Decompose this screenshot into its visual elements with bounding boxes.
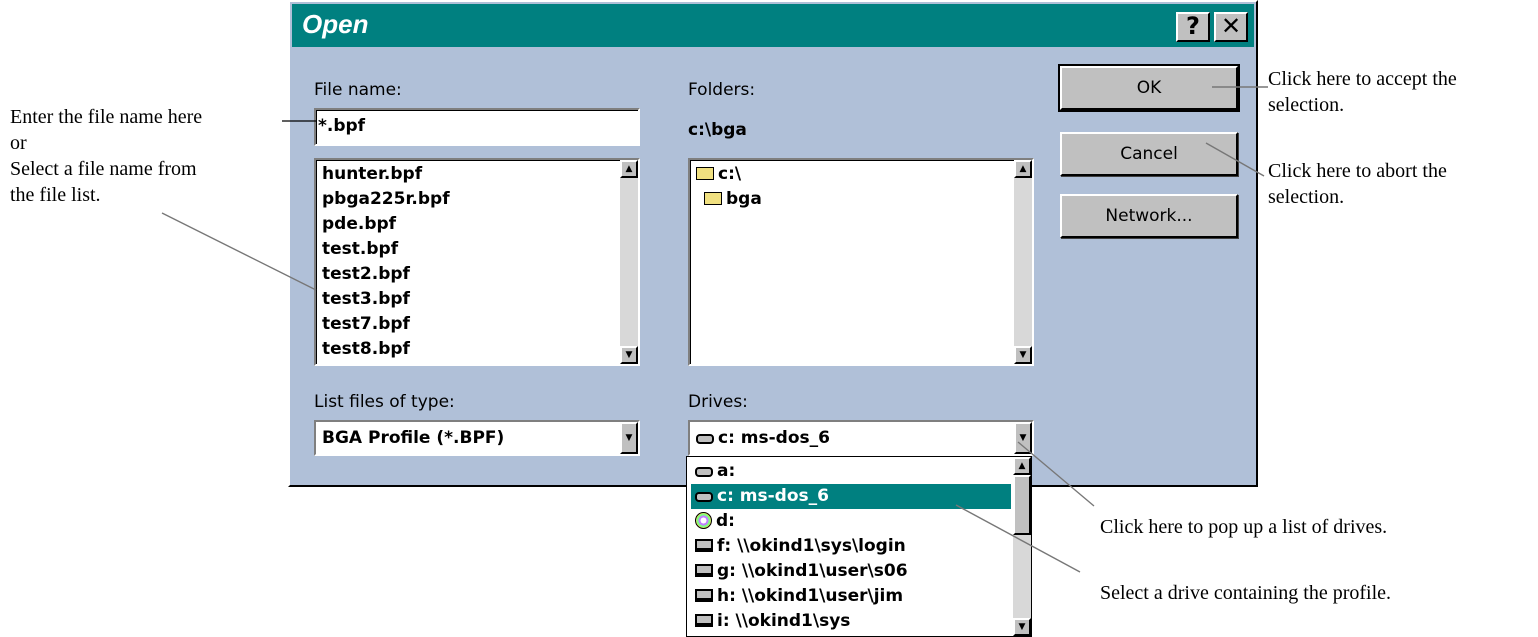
list-item[interactable]: pbga225r.bpf [322,189,450,209]
drive-option-g[interactable]: g: \\okind1\user\s06 [691,559,1011,584]
scroll-down-icon[interactable]: ▼ [1014,346,1032,364]
drive-option-label: h: \\okind1\user\jim [717,586,904,606]
drive-option-d[interactable]: d: [691,509,1011,534]
drive-option-label: c: ms-dos_6 [717,486,829,506]
drive-option-label: a: [717,461,736,481]
drive-option-c[interactable]: c: ms-dos_6 [691,484,1011,509]
drive-option-h[interactable]: h: \\okind1\user\jim [691,584,1011,609]
annotation-line: Click here to pop up a list of drives. [1100,516,1388,538]
open-dialog: Open ? ✕ File name: *.bpf hunter.bpf pbg… [288,0,1258,487]
annotation-line: Click here to abort the [1268,160,1447,182]
list-item[interactable]: test7.bpf [322,314,410,334]
drive-option-label: i: \\okind1\sys [717,611,851,631]
scroll-down-icon[interactable]: ▼ [620,346,638,364]
annotation-file-name: Enter the file name here or Select a fil… [10,104,202,208]
drives-dropdown-scrollbar[interactable]: ▲ ▼ [1013,457,1031,636]
folder-label: bga [726,189,762,209]
drive-option-i[interactable]: i: \\okind1\sys [691,609,1011,634]
annotation-line: Enter the file name here [10,106,203,128]
ok-button[interactable]: OK [1058,64,1240,112]
annotation-drives-button: Click here to pop up a list of drives. [1100,514,1387,540]
cancel-button[interactable]: Cancel [1060,132,1238,176]
file-type-value: BGA Profile (*.BPF) [322,428,505,448]
chevron-down-icon[interactable]: ▼ [620,422,638,454]
network-drive-icon [695,539,713,552]
file-name-input[interactable]: *.bpf [314,108,640,146]
file-type-label: List files of type: [314,392,455,412]
drives-value: c: ms-dos_6 [696,428,830,448]
list-item[interactable]: test.bpf [322,239,398,259]
drives-label: Drives: [688,392,748,412]
floppy-drive-icon [695,467,713,477]
annotation-line: Select a drive containing the profile. [1100,582,1392,604]
scroll-up-icon[interactable]: ▲ [1014,160,1032,178]
list-item[interactable]: hunter.bpf [322,164,422,184]
annotation-line: Click here to accept the [1268,68,1457,90]
file-type-select[interactable]: BGA Profile (*.BPF) ▼ [314,420,640,456]
chevron-down-icon[interactable]: ▼ [1014,422,1032,454]
file-name-label: File name: [314,80,402,100]
network-drive-icon [695,614,713,627]
annotation-line: or [10,132,27,154]
folders-label: Folders: [688,80,756,100]
folder-item[interactable]: c:\ [696,164,741,184]
list-item[interactable]: test2.bpf [322,264,410,284]
network-button[interactable]: Network... [1060,194,1238,238]
annotation-line: selection. [1268,186,1345,208]
folder-list-scrollbar[interactable]: ▲ ▼ [1014,160,1032,364]
annotation-line: the file list. [10,184,101,206]
drive-option-label: f: \\okind1\sys\login [717,536,906,556]
annotation-drive-select: Select a drive containing the profile. [1100,580,1391,606]
drive-value-text: c: ms-dos_6 [718,428,830,448]
drive-option-label: g: \\okind1\user\s06 [717,561,908,581]
folder-item[interactable]: bga [704,189,762,209]
annotation-cancel: Click here to abort the selection. [1268,158,1447,210]
drive-option-label: d: [716,511,735,531]
file-list-scrollbar[interactable]: ▲ ▼ [620,160,638,364]
hard-drive-icon [696,434,714,444]
current-path: c:\bga [688,120,747,140]
file-name-value: *.bpf [318,116,366,136]
open-folder-icon [696,167,714,180]
scroll-up-icon[interactable]: ▲ [1013,457,1031,475]
folder-label: c:\ [718,164,742,184]
drives-select[interactable]: c: ms-dos_6 ▼ [688,420,1034,456]
annotation-line: selection. [1268,94,1345,116]
help-button[interactable]: ? [1176,12,1210,42]
drive-option-f[interactable]: f: \\okind1\sys\login [691,534,1011,559]
scroll-up-icon[interactable]: ▲ [620,160,638,178]
annotation-ok: Click here to accept the selection. [1268,66,1457,118]
close-button[interactable]: ✕ [1214,12,1248,42]
scroll-thumb[interactable] [1013,475,1031,535]
file-list[interactable]: hunter.bpf pbga225r.bpf pde.bpf test.bpf… [314,158,640,366]
dialog-title: Open [302,9,369,39]
folder-list[interactable]: c:\ bga ▲ ▼ [688,158,1034,366]
open-folder-icon [704,192,722,205]
network-drive-icon [695,589,713,602]
drive-option-a[interactable]: a: [691,459,1011,484]
annotation-line: Select a file name from [10,158,197,180]
list-item[interactable]: pde.bpf [322,214,396,234]
network-drive-icon [695,564,713,577]
scroll-down-icon[interactable]: ▼ [1013,618,1031,636]
cd-drive-icon [695,512,712,529]
hard-drive-icon [695,492,713,502]
drives-dropdown-list[interactable]: a: c: ms-dos_6 d: f: \\okind1\sys\login … [686,456,1032,637]
list-item[interactable]: test8.bpf [322,339,410,359]
title-bar: Open ? ✕ [292,4,1254,47]
list-item[interactable]: test3.bpf [322,289,410,309]
